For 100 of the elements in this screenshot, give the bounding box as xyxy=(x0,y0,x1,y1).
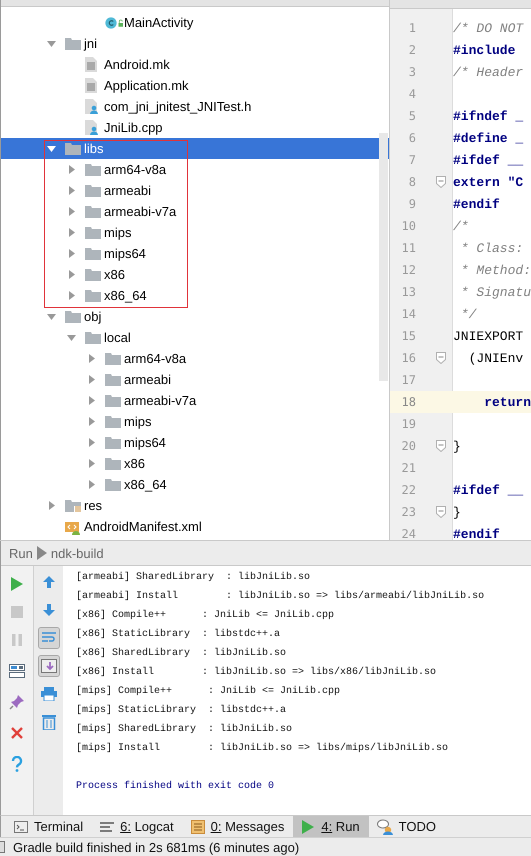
folder-icon xyxy=(85,226,101,239)
line-number: 18 xyxy=(400,395,416,409)
code-line: } xyxy=(453,504,461,520)
tree-item-label: armeabi-v7a xyxy=(104,204,176,220)
expand-arrow-icon[interactable] xyxy=(67,270,77,280)
tree-row[interactable]: libs xyxy=(1,138,389,159)
tree-item-label: x86 xyxy=(124,456,145,472)
tree-row[interactable]: mips xyxy=(1,411,389,432)
expand-arrow-icon[interactable] xyxy=(67,228,77,238)
class-icon xyxy=(105,14,123,30)
tree-row[interactable]: res xyxy=(1,495,389,516)
close-icon xyxy=(10,726,24,740)
console-line: [x86] Install : libJniLib.so => libs/x86/libJniLib.so xyxy=(76,666,438,680)
tree-row[interactable]: mips64 xyxy=(1,432,389,453)
status-panel-icon xyxy=(0,841,5,853)
code-line: (JNIEnv xyxy=(468,350,524,366)
tree-row[interactable]: x86 xyxy=(1,264,389,285)
line-number: 7 xyxy=(408,153,416,167)
toolbar-button[interactable] xyxy=(38,627,60,649)
tree-row[interactable]: x86_64 xyxy=(1,285,389,306)
expand-arrow-icon[interactable] xyxy=(87,480,97,490)
fold-marker-icon xyxy=(436,176,446,188)
print-icon xyxy=(40,687,56,701)
code-line: * Method: xyxy=(460,262,531,278)
panel-title: Run xyxy=(9,546,33,560)
console-line: [mips] Compile++ : JniLib <= JniLib.cpp xyxy=(76,684,342,699)
expand-arrow-icon[interactable] xyxy=(87,354,97,364)
folder-icon xyxy=(105,394,121,407)
text-file-icon xyxy=(85,57,97,72)
tree-item-label: arm64-v8a xyxy=(124,350,186,366)
code-line: #ifndef _ xyxy=(453,108,524,124)
expand-arrow-icon[interactable] xyxy=(87,396,97,406)
run-configuration[interactable]: ndk-build xyxy=(50,546,104,560)
tree-item-label: res xyxy=(84,498,102,514)
tree-item-label: local xyxy=(104,330,131,346)
tree-item-label: com_jni_jnitest_JNITest.h xyxy=(104,98,252,114)
tool-window-tab[interactable]: 6: Logcat xyxy=(92,816,183,837)
folder-icon xyxy=(85,268,101,281)
folder-icon xyxy=(105,436,121,449)
folder-icon xyxy=(85,247,101,260)
tree-row[interactable]: mips64 xyxy=(1,243,389,264)
folder-icon xyxy=(105,478,121,491)
collapse-arrow-icon[interactable] xyxy=(47,38,57,48)
tree-row[interactable]: armeabi-v7a xyxy=(1,390,389,411)
tree-row[interactable]: Android.mk xyxy=(1,54,389,75)
tree-row[interactable]: arm64-v8a xyxy=(1,159,389,180)
toolbar-button[interactable] xyxy=(38,655,60,677)
collapse-arrow-icon[interactable] xyxy=(67,332,77,342)
tree-row[interactable]: arm64-v8a xyxy=(1,348,389,369)
tree-item-label: x86_64 xyxy=(124,476,167,492)
expand-arrow-icon[interactable] xyxy=(67,206,77,216)
run-icon xyxy=(301,818,316,834)
fold-marker-icon xyxy=(436,440,446,452)
expand-arrow-icon[interactable] xyxy=(67,164,77,174)
tree-row[interactable]: armeabi xyxy=(1,180,389,201)
folder-icon xyxy=(85,184,101,197)
line-number: 14 xyxy=(400,307,416,321)
tree-row[interactable]: x86_64 xyxy=(1,474,389,495)
tree-row[interactable]: mips xyxy=(1,222,389,243)
up-arrow-icon xyxy=(42,575,56,589)
line-number: 9 xyxy=(408,197,416,211)
tool-window-tab[interactable]: Terminal xyxy=(6,816,92,837)
tree-item-label: obj xyxy=(84,308,102,324)
line-number: 6 xyxy=(408,131,416,145)
tree-row[interactable]: obj xyxy=(1,306,389,327)
tree-row[interactable]: AndroidManifest.xml xyxy=(1,516,389,537)
scrollbar-thumb[interactable] xyxy=(379,133,388,381)
console-line: [mips] SharedLibrary : libJniLib.so xyxy=(76,722,294,737)
tree-row[interactable]: jni xyxy=(1,33,389,54)
tool-window-tab[interactable]: 4: Run xyxy=(293,816,369,837)
tree-row[interactable]: armeabi-v7a xyxy=(1,201,389,222)
tool-window-tab[interactable]: TODO xyxy=(368,816,445,837)
tree-row[interactable]: MainActivity xyxy=(1,12,389,33)
tree-row[interactable]: armeabi xyxy=(1,369,389,390)
expand-arrow-icon[interactable] xyxy=(67,290,77,300)
tree-row[interactable]: local xyxy=(1,327,389,348)
expand-arrow-icon[interactable] xyxy=(67,248,77,258)
expand-arrow-icon[interactable] xyxy=(87,438,97,448)
expand-arrow-icon[interactable] xyxy=(87,458,97,468)
code-line: #ifdef __ xyxy=(453,152,524,168)
expand-arrow-icon[interactable] xyxy=(87,416,97,426)
collapse-arrow-icon[interactable] xyxy=(47,144,57,154)
tree-row[interactable]: Application.mk xyxy=(1,75,389,96)
folder-icon xyxy=(65,37,81,50)
run-icon xyxy=(10,576,24,592)
collapse-arrow-icon[interactable] xyxy=(47,312,57,322)
tree-row[interactable]: com_jni_jnitest_JNITest.h xyxy=(1,96,389,117)
tree-row[interactable]: x86 xyxy=(1,453,389,474)
code-line: #define _ xyxy=(453,130,524,146)
tree-item-label: mips xyxy=(104,224,132,240)
line-number: 24 xyxy=(400,527,416,540)
code-line: JNIEXPORT xyxy=(453,328,524,344)
expand-arrow-icon[interactable] xyxy=(47,500,57,510)
tree-row[interactable]: JniLib.cpp xyxy=(1,117,389,138)
tool-window-tab[interactable]: 0: Messages xyxy=(182,816,294,837)
soft-wrap-icon xyxy=(40,631,56,645)
expand-arrow-icon[interactable] xyxy=(87,374,97,384)
tree-item-label: armeabi xyxy=(124,372,171,388)
expand-arrow-icon[interactable] xyxy=(67,186,77,196)
terminal-icon xyxy=(14,820,28,832)
